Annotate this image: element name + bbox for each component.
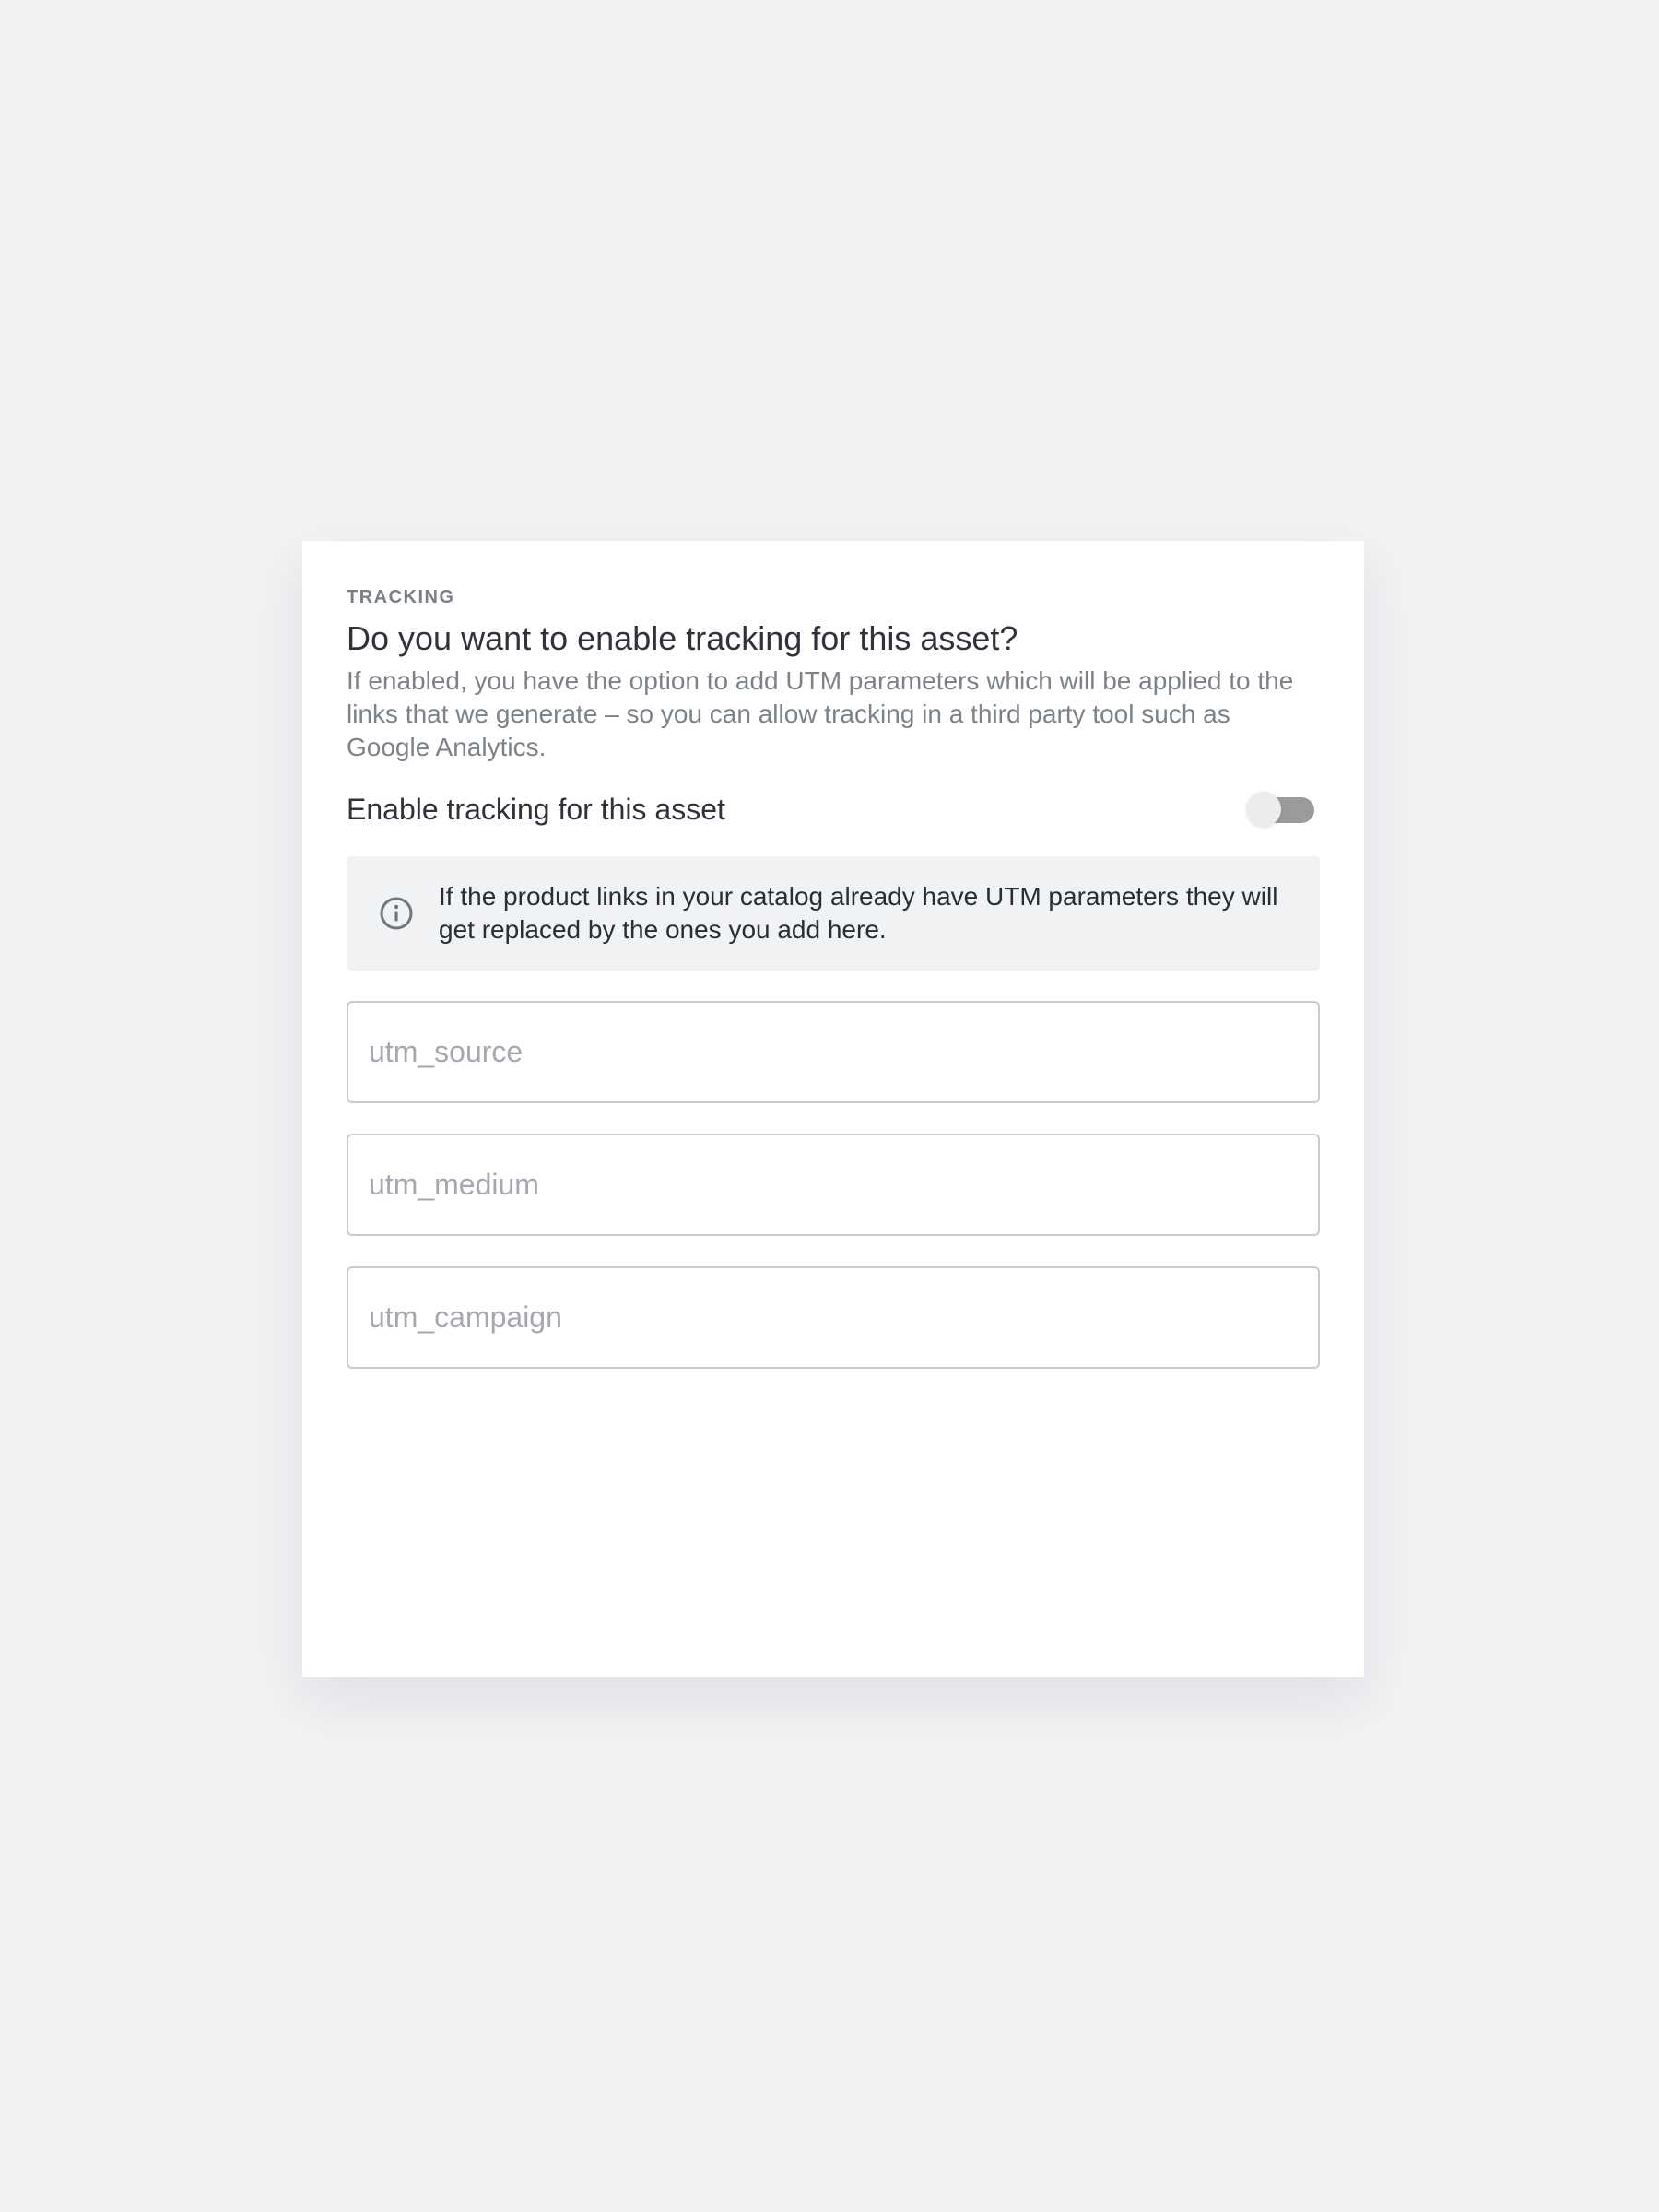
info-callout: If the product links in your catalog alr…: [347, 856, 1320, 971]
section-description: If enabled, you have the option to add U…: [347, 666, 1294, 761]
tracking-card: TRACKING Do you want to enable tracking …: [302, 541, 1364, 1677]
section-title: Do you want to enable tracking for this …: [347, 619, 1018, 657]
utm-medium-field: [347, 1134, 1320, 1236]
tracking-toggle-label: Enable tracking for this asset: [347, 792, 725, 826]
utm-source-field: [347, 1001, 1320, 1103]
section-eyebrow: TRACKING: [347, 587, 455, 607]
toggle-knob: [1246, 792, 1281, 827]
utm-campaign-field: [347, 1266, 1320, 1369]
utm-campaign-input[interactable]: [348, 1268, 1318, 1367]
info-callout-text: If the product links in your catalog alr…: [439, 882, 1278, 944]
utm-source-input[interactable]: [348, 1003, 1318, 1101]
utm-medium-input[interactable]: [348, 1135, 1318, 1234]
tracking-toggle-switch[interactable]: [1246, 792, 1314, 827]
info-icon: [380, 897, 413, 930]
tracking-toggle-row: Enable tracking for this asset: [347, 786, 1320, 832]
